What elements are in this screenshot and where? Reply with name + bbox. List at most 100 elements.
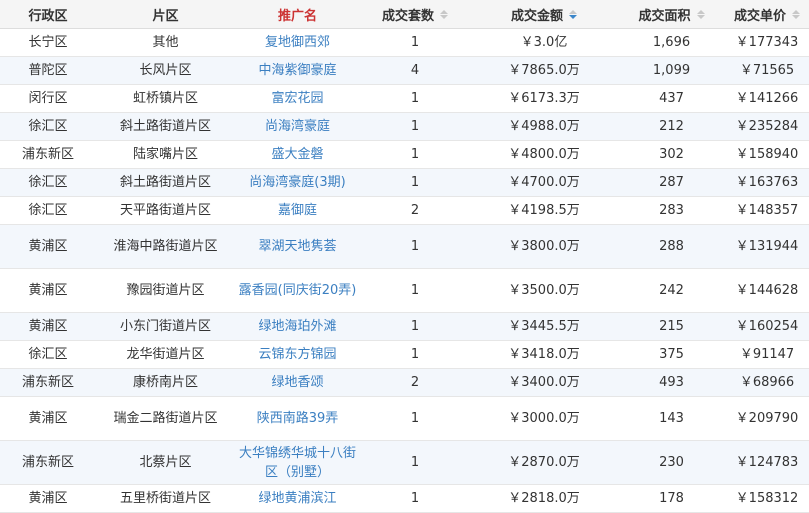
amount-cell: ￥6173.3万 bbox=[470, 84, 618, 113]
table-row: 黄浦区 五里桥街道片区 绿地黄浦滨江 1 ￥2818.0万 178 ￥158312 bbox=[0, 484, 809, 513]
size-cell: 215 bbox=[618, 312, 725, 341]
header-area: 片区 bbox=[96, 0, 235, 29]
size-cell: 375 bbox=[618, 340, 725, 369]
project-name-link[interactable]: 大华锦绣华城十八街区（别墅） bbox=[239, 446, 356, 480]
table-body: 长宁区 其他 复地御西郊 1 ￥3.0亿 1,696 ￥177343 普陀区 长风片区 中海紫御豪… bbox=[0, 28, 809, 513]
price-cell: ￥158940 bbox=[725, 140, 809, 169]
project-name-cell: 富宏花园 bbox=[235, 84, 360, 113]
district-cell: 黄浦区 bbox=[0, 484, 96, 513]
sort-icon[interactable] bbox=[696, 8, 705, 20]
project-name-link[interactable]: 绿地黄浦滨江 bbox=[258, 491, 336, 506]
project-name-link[interactable]: 绿地香颂 bbox=[271, 375, 323, 390]
units-cell: 2 bbox=[360, 196, 470, 225]
amount-cell: ￥3400.0万 bbox=[470, 368, 618, 397]
header-name: 推广名 bbox=[235, 0, 360, 29]
header-size[interactable]: 成交面积 bbox=[618, 0, 725, 29]
price-cell: ￥160254 bbox=[725, 312, 809, 341]
district-cell: 闵行区 bbox=[0, 84, 96, 113]
table-row: 浦东新区 北蔡片区 大华锦绣华城十八街区（别墅） 1 ￥2870.0万 230 ￥12478… bbox=[0, 440, 809, 485]
project-name-link[interactable]: 尚海湾豪庭(3期) bbox=[249, 175, 345, 190]
area-cell: 斜土路街道片区 bbox=[96, 168, 235, 197]
project-name-cell: 复地御西郊 bbox=[235, 28, 360, 57]
project-name-cell: 绿地海珀外滩 bbox=[235, 312, 360, 341]
sort-icon[interactable] bbox=[440, 8, 448, 20]
size-cell: 288 bbox=[618, 224, 725, 269]
sort-ascending-icon bbox=[569, 9, 577, 14]
amount-cell: ￥4700.0万 bbox=[470, 168, 618, 197]
header-cell-content: 成交面积 bbox=[638, 5, 705, 24]
area-cell: 淮海中路街道片区 bbox=[96, 224, 235, 269]
district-cell: 徐汇区 bbox=[0, 196, 96, 225]
header-price[interactable]: 成交单价 bbox=[725, 0, 809, 29]
table-row: 黄浦区 淮海中路街道片区 翠湖天地隽荟 1 ￥3800.0万 288 ￥131944 bbox=[0, 224, 809, 269]
area-cell: 北蔡片区 bbox=[96, 440, 235, 485]
units-cell: 1 bbox=[360, 140, 470, 169]
project-name-link[interactable]: 绿地海珀外滩 bbox=[258, 319, 336, 334]
amount-cell: ￥3500.0万 bbox=[470, 268, 618, 313]
header-units[interactable]: 成交套数 bbox=[360, 0, 470, 29]
district-cell: 黄浦区 bbox=[0, 268, 96, 313]
amount-cell: ￥3445.5万 bbox=[470, 312, 618, 341]
project-name-link[interactable]: 盛大金磐 bbox=[271, 147, 323, 162]
district-cell: 普陀区 bbox=[0, 56, 96, 85]
project-name-cell: 云锦东方锦园 bbox=[235, 340, 360, 369]
size-cell: 242 bbox=[618, 268, 725, 313]
table-row: 黄浦区 瑞金二路街道片区 陕西南路39弄 1 ￥3000.0万 143 ￥209790 bbox=[0, 396, 809, 441]
district-cell: 徐汇区 bbox=[0, 112, 96, 141]
units-cell: 4 bbox=[360, 56, 470, 85]
table-row: 长宁区 其他 复地御西郊 1 ￥3.0亿 1,696 ￥177343 bbox=[0, 28, 809, 57]
sort-descending-icon bbox=[792, 14, 800, 19]
amount-cell: ￥3418.0万 bbox=[470, 340, 618, 369]
units-cell: 1 bbox=[360, 168, 470, 197]
header-cell-content: 成交套数 bbox=[382, 5, 448, 24]
price-cell: ￥148357 bbox=[725, 196, 809, 225]
header-label: 成交单价 bbox=[733, 8, 786, 24]
project-name-link[interactable]: 富宏花园 bbox=[271, 91, 323, 106]
units-cell: 1 bbox=[360, 440, 470, 485]
table-row: 闵行区 虹桥镇片区 富宏花园 1 ￥6173.3万 437 ￥141266 bbox=[0, 84, 809, 113]
units-cell: 1 bbox=[360, 224, 470, 269]
size-cell: 230 bbox=[618, 440, 725, 485]
area-cell: 陆家嘴片区 bbox=[96, 140, 235, 169]
header-label: 行政区 bbox=[28, 8, 68, 24]
project-name-link[interactable]: 翠湖天地隽荟 bbox=[258, 239, 336, 254]
project-name-link[interactable]: 露香园(同庆街20弄) bbox=[239, 283, 357, 298]
sort-descending-icon bbox=[440, 14, 448, 19]
district-cell: 浦东新区 bbox=[0, 440, 96, 485]
header-amount[interactable]: 成交金额 bbox=[470, 0, 618, 29]
area-cell: 长风片区 bbox=[96, 56, 235, 85]
table-row: 浦东新区 陆家嘴片区 盛大金磐 1 ￥4800.0万 302 ￥158940 bbox=[0, 140, 809, 169]
header-cell-content: 行政区 bbox=[28, 5, 67, 24]
amount-cell: ￥4988.0万 bbox=[470, 112, 618, 141]
project-name-link[interactable]: 云锦东方锦园 bbox=[258, 347, 336, 362]
header-cell-content: 成交金额 bbox=[511, 5, 577, 24]
project-name-link[interactable]: 中海紫御豪庭 bbox=[258, 63, 336, 78]
district-cell: 长宁区 bbox=[0, 28, 96, 57]
units-cell: 1 bbox=[360, 84, 470, 113]
project-name-link[interactable]: 陕西南路39弄 bbox=[257, 411, 339, 426]
table-row: 徐汇区 斜土路街道片区 尚海湾豪庭(3期) 1 ￥4700.0万 287 ￥163763 bbox=[0, 168, 809, 197]
sort-icon[interactable] bbox=[792, 8, 800, 20]
area-cell: 天平路街道片区 bbox=[96, 196, 235, 225]
project-name-link[interactable]: 复地御西郊 bbox=[265, 35, 330, 50]
header-label: 成交面积 bbox=[638, 8, 691, 24]
project-name-cell: 绿地黄浦滨江 bbox=[235, 484, 360, 513]
units-cell: 2 bbox=[360, 368, 470, 397]
sort-descending-icon bbox=[696, 14, 705, 19]
sort-icon[interactable] bbox=[569, 8, 577, 20]
price-cell: ￥144628 bbox=[725, 268, 809, 313]
price-cell: ￥158312 bbox=[725, 484, 809, 513]
price-cell: ￥209790 bbox=[725, 396, 809, 441]
price-cell: ￥131944 bbox=[725, 224, 809, 269]
project-name-cell: 盛大金磐 bbox=[235, 140, 360, 169]
area-cell: 康桥南片区 bbox=[96, 368, 235, 397]
price-cell: ￥163763 bbox=[725, 168, 809, 197]
table-row: 徐汇区 天平路街道片区 嘉御庭 2 ￥4198.5万 283 ￥148357 bbox=[0, 196, 809, 225]
sort-ascending-icon bbox=[792, 9, 800, 14]
project-name-link[interactable]: 尚海湾豪庭 bbox=[265, 119, 330, 134]
project-name-link[interactable]: 嘉御庭 bbox=[278, 203, 317, 218]
district-cell: 徐汇区 bbox=[0, 340, 96, 369]
units-cell: 1 bbox=[360, 312, 470, 341]
table-row: 黄浦区 小东门街道片区 绿地海珀外滩 1 ￥3445.5万 215 ￥160254 bbox=[0, 312, 809, 341]
project-name-cell: 嘉御庭 bbox=[235, 196, 360, 225]
